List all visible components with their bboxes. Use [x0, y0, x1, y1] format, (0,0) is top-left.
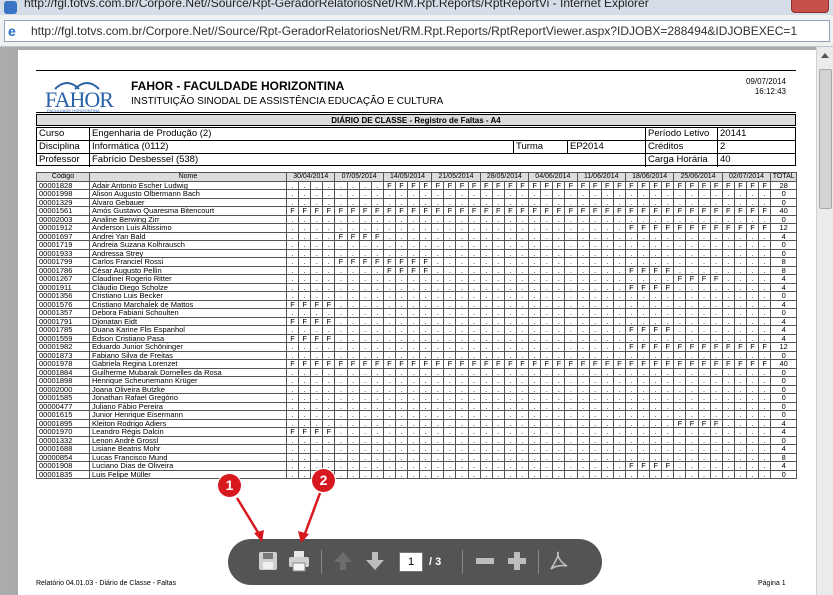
- address-bar[interactable]: e http://fgl.totvs.com.br/Corpore.Net//S…: [4, 20, 830, 42]
- callout-2: 2: [312, 469, 335, 492]
- ie-icon: [4, 1, 17, 14]
- annotation-arrows: [235, 492, 322, 543]
- window-title: http://fgl.totvs.com.br/Corpore.Net//Sou…: [24, 0, 649, 10]
- url-text: http://fgl.totvs.com.br/Corpore.Net//Sou…: [31, 24, 798, 38]
- close-window-button[interactable]: [791, 0, 829, 13]
- address-bar-container: e http://fgl.totvs.com.br/Corpore.Net//S…: [0, 15, 833, 47]
- window-titlebar: http://fgl.totvs.com.br/Corpore.Net//Sou…: [0, 0, 833, 15]
- ie-page-icon: e: [8, 23, 16, 39]
- callout-1: 1: [218, 474, 241, 497]
- report-viewer: FAHOR FACULDADE HORIZONTINA FAHOR - FACU…: [0, 47, 833, 595]
